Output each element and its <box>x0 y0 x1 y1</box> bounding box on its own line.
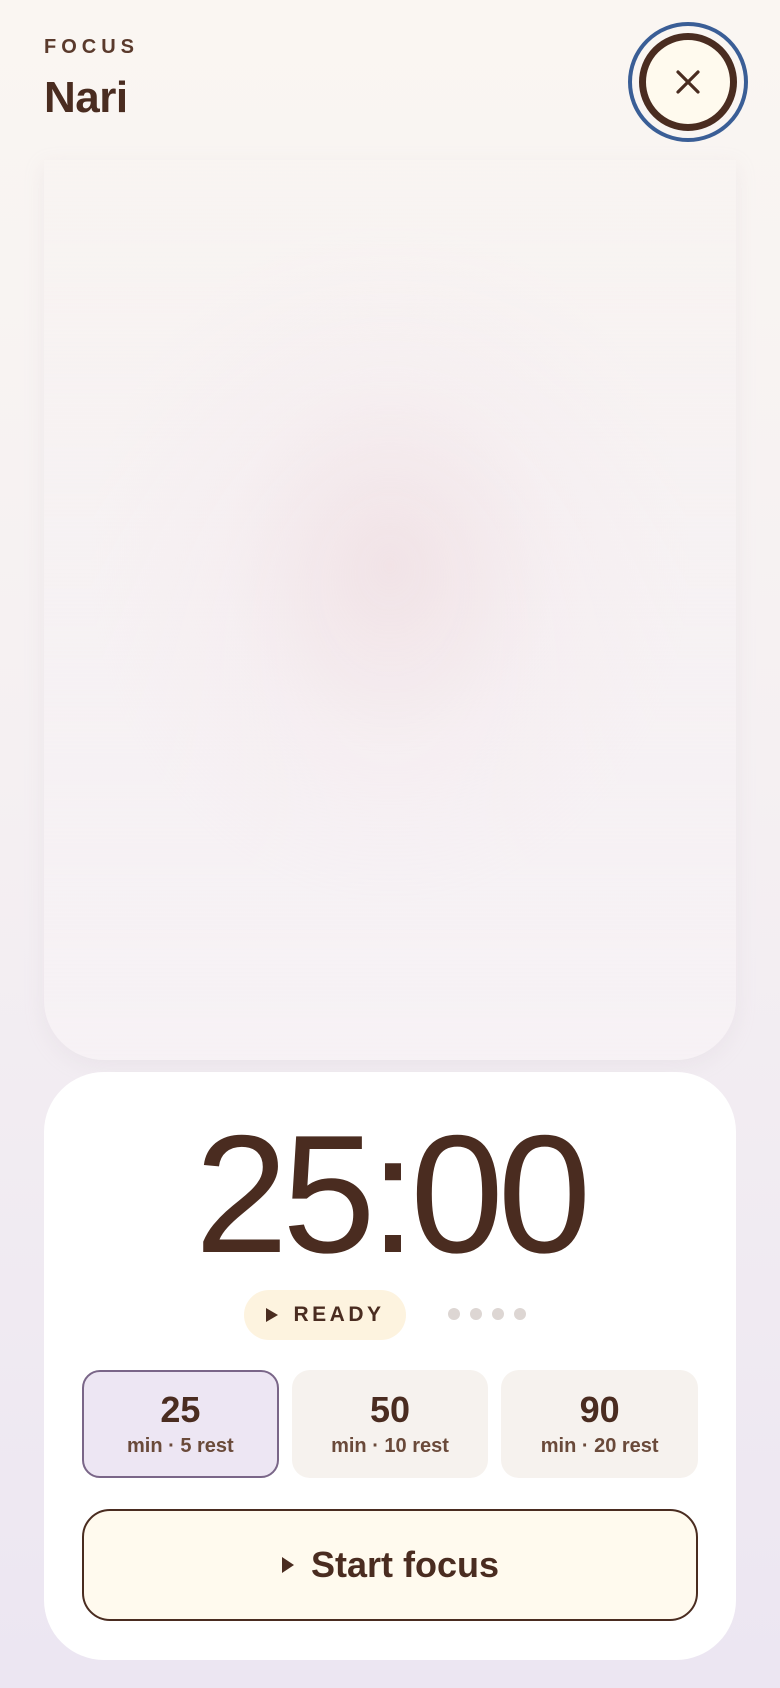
preset-detail: min · 10 rest <box>331 1435 449 1458</box>
preset-minutes: 50 <box>369 1388 411 1430</box>
page-title: Nari <box>44 73 128 122</box>
timer-display: 25:00 <box>194 1100 591 1288</box>
preset-detail: min · 20 rest <box>540 1435 659 1458</box>
play-icon <box>281 1557 294 1573</box>
play-icon <box>266 1308 279 1322</box>
session-progress-dots <box>448 1308 526 1320</box>
close-button[interactable] <box>639 33 737 131</box>
session-dot <box>514 1308 526 1320</box>
close-button-focus-ring <box>628 22 748 142</box>
start-focus-label: Start focus <box>310 1544 500 1585</box>
preset-90-min[interactable]: 90 min · 20 rest <box>501 1370 699 1478</box>
start-focus-button[interactable]: Start focus <box>82 1509 698 1621</box>
preset-minutes: 90 <box>579 1388 620 1430</box>
status-row: READY <box>44 1290 736 1340</box>
session-dot <box>470 1308 482 1320</box>
status-label: READY <box>293 1303 385 1326</box>
timer-card: 25:00 READY 25 min · 5 rest 50 min · 10 … <box>44 1072 736 1660</box>
preset-detail: min · 5 rest <box>126 1435 234 1458</box>
status-badge: READY <box>244 1290 406 1340</box>
section-eyebrow: FOCUS <box>44 36 139 58</box>
preset-minutes: 25 <box>160 1388 201 1430</box>
header: FOCUS Nari <box>44 36 139 123</box>
preset-selector: 25 min · 5 rest 50 min · 10 rest 90 min … <box>82 1370 699 1478</box>
close-icon <box>676 70 700 94</box>
session-dot <box>492 1308 504 1320</box>
ambient-stage <box>44 160 736 1060</box>
preset-50-min[interactable]: 50 min · 10 rest <box>291 1370 489 1478</box>
preset-25-min[interactable]: 25 min · 5 rest <box>82 1370 279 1478</box>
session-dot <box>448 1308 460 1320</box>
